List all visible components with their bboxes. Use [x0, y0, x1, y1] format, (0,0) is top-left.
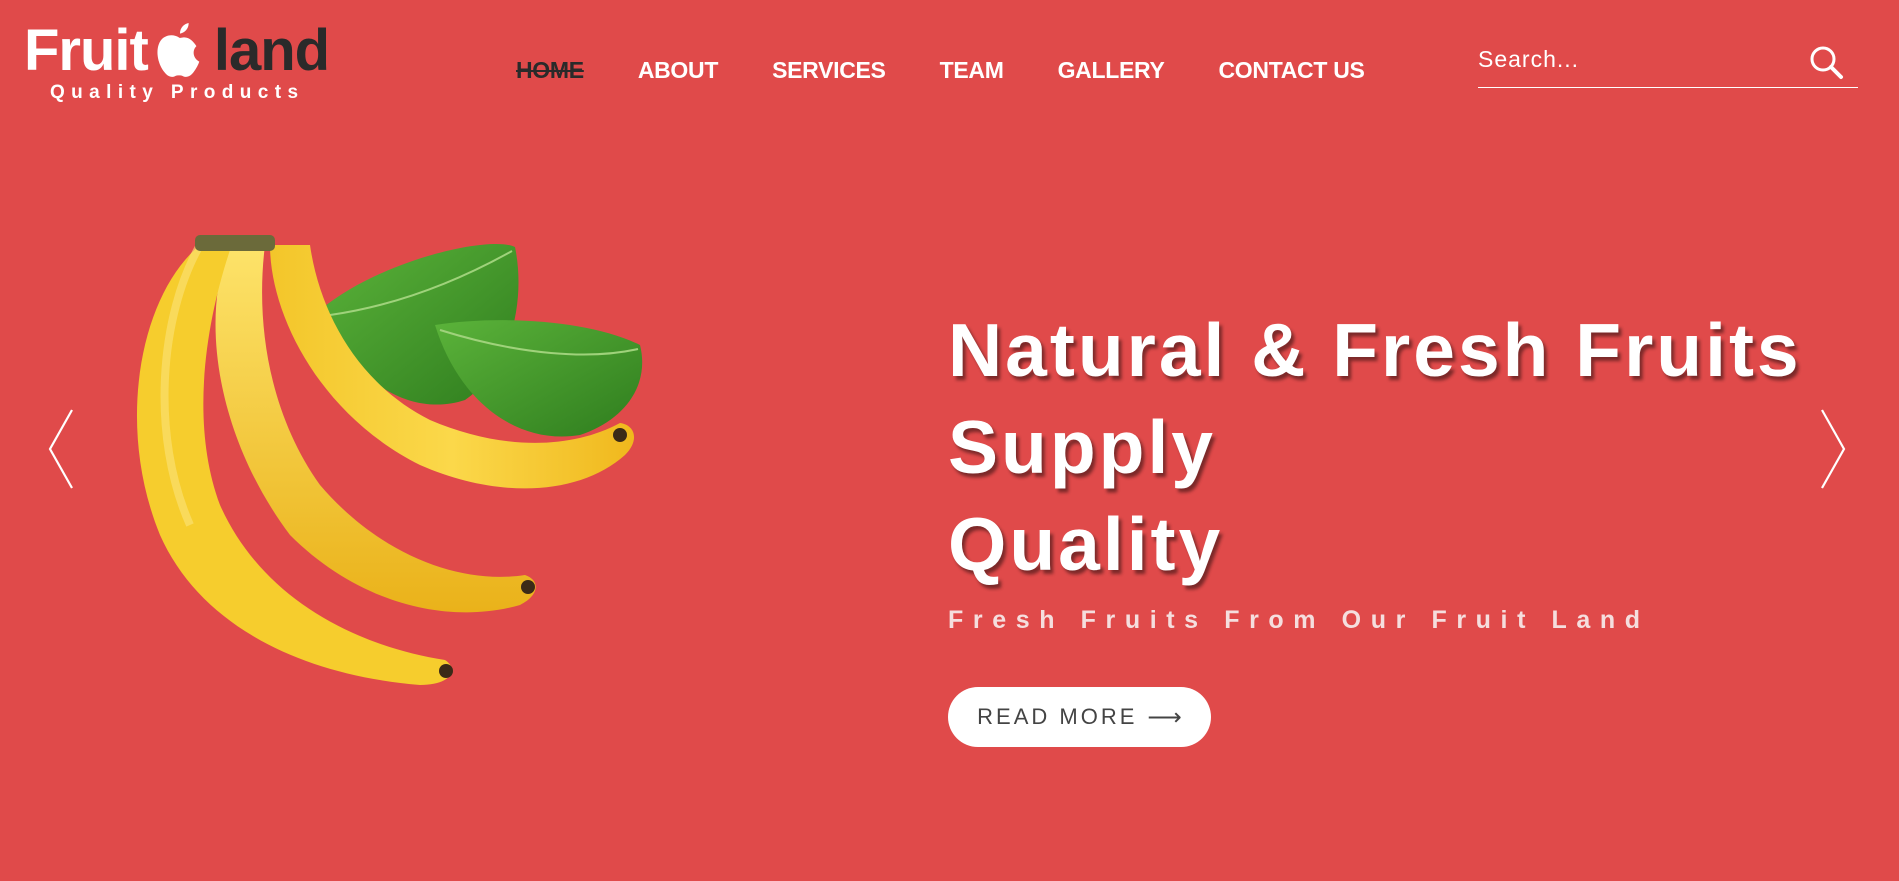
- logo-tagline: Quality Products: [50, 82, 305, 103]
- nav-about[interactable]: ABOUT: [638, 54, 719, 86]
- site-logo[interactable]: Fruit land Quality Products: [24, 22, 344, 104]
- chevron-left-icon[interactable]: [46, 408, 76, 490]
- nav-services[interactable]: SERVICES: [772, 54, 886, 86]
- hero-title-line-1: Natural & Fresh Fruits: [948, 308, 1802, 392]
- nav-team[interactable]: TEAM: [940, 54, 1004, 86]
- read-more-label: READ MORE: [977, 704, 1138, 729]
- hero-title: Natural & Fresh Fruits Supply Quality: [948, 302, 1848, 593]
- search-bar: [1478, 40, 1858, 88]
- nav-home[interactable]: HOME: [516, 54, 584, 86]
- bananas-image: [136, 235, 643, 685]
- nav-gallery[interactable]: GALLERY: [1058, 54, 1165, 86]
- logo-wordmark: Fruit land: [24, 22, 344, 80]
- hero-title-line-2: Supply: [948, 405, 1217, 489]
- search-input[interactable]: [1478, 40, 1798, 78]
- apple-icon: [157, 22, 200, 77]
- read-more-button[interactable]: READ MORE ⟶: [948, 687, 1211, 747]
- logo-word-fruit: Fruit: [24, 18, 149, 83]
- logo-word-land: land: [213, 18, 330, 83]
- hero-content: Natural & Fresh Fruits Supply Quality Fr…: [948, 302, 1848, 635]
- search-icon[interactable]: [1808, 44, 1844, 80]
- right-arrow-icon: ⟶: [1147, 703, 1182, 731]
- main-nav: HOME ABOUT SERVICES TEAM GALLERY CONTACT…: [516, 54, 1419, 86]
- hero-title-line-3: Quality: [948, 502, 1224, 586]
- hero-subtitle: Fresh Fruits From Our Fruit Land: [948, 606, 1650, 634]
- nav-contact-us[interactable]: CONTACT US: [1219, 54, 1365, 86]
- page: Fruit land Quality Products HOME ABOUT S…: [0, 0, 1899, 881]
